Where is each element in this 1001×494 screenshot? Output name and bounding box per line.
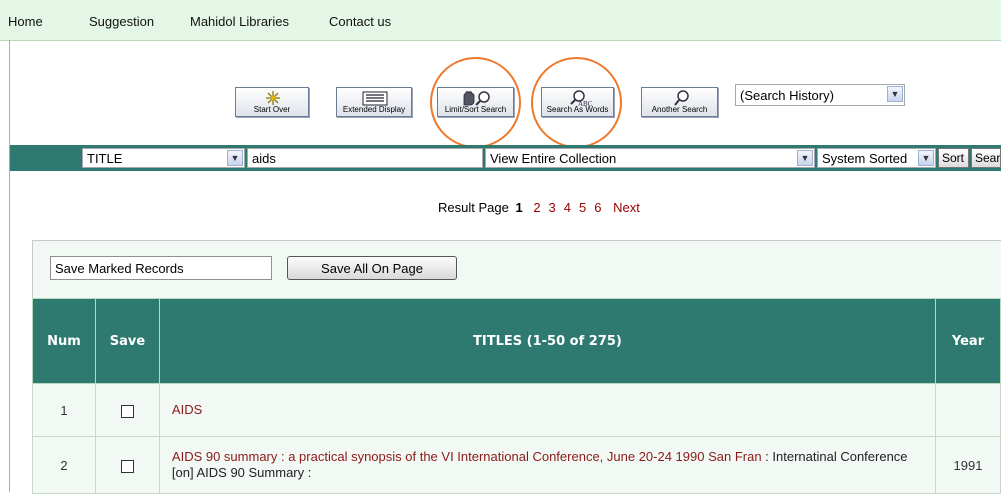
search-query-value: aids [252, 151, 276, 166]
save-marked-records-select[interactable]: Save Marked Records [50, 256, 272, 280]
save-record-checkbox[interactable] [120, 404, 134, 418]
pager-page-link[interactable]: 2 [533, 200, 540, 215]
row-number: 1 [32, 383, 96, 437]
search-history-select[interactable]: (Search History) ▼ [735, 84, 905, 106]
search-history-value: (Search History) [740, 88, 834, 103]
search-index-value: TITLE [87, 151, 123, 166]
extended-display-label: Extended Display [342, 105, 406, 114]
table-row: 1 AIDS [32, 383, 1001, 437]
search-scope-value: View Entire Collection [490, 151, 617, 166]
title-link[interactable]: AIDS 90 summary : a practical synopsis o… [172, 449, 762, 464]
limit-sort-label: Limit/Sort Search [444, 105, 507, 114]
pager-page-link[interactable]: 5 [579, 200, 586, 215]
sort-order-select[interactable]: System Sorted ▼ [817, 148, 936, 168]
chevron-down-icon[interactable]: ▼ [227, 150, 243, 166]
start-over-label: Start Over [253, 105, 291, 114]
start-over-button[interactable]: Start Over [235, 87, 309, 117]
pager-page-link[interactable]: 6 [594, 200, 601, 215]
save-cell [94, 383, 160, 437]
pager-current-page: 1 [515, 200, 523, 215]
search-scope-select[interactable]: View Entire Collection ▼ [485, 148, 815, 168]
nav-contact-link[interactable]: Contact us [329, 14, 391, 29]
year-cell [935, 383, 1001, 437]
year-cell: 1991 [935, 436, 1001, 494]
num-column-header: Num [32, 298, 96, 384]
search-bar: TITLE ▼ aids View Entire Collection ▼ Sy… [10, 145, 1001, 171]
title-cell: AIDS 90 summary : a practical synopsis o… [158, 436, 937, 494]
content-border [9, 40, 10, 492]
pager-page-link[interactable]: 3 [549, 200, 556, 215]
search-query-input[interactable]: aids [247, 148, 483, 168]
sort-order-value: System Sorted [822, 151, 908, 166]
title-link[interactable]: AIDS [172, 402, 202, 417]
search-index-select[interactable]: TITLE ▼ [82, 148, 245, 168]
pager-page-link[interactable]: 4 [564, 200, 571, 215]
search-as-words-button[interactable]: ABC Search As Words [541, 87, 614, 117]
pager-label: Result Page [438, 200, 509, 215]
limit-sort-button[interactable]: Limit/Sort Search [437, 87, 514, 117]
result-pager: Result Page 1 23456 Next [438, 200, 644, 215]
search-submit-button[interactable]: Search [971, 148, 1001, 168]
another-search-label: Another Search [651, 105, 708, 114]
results-header-row: Num Save TITLES (1-50 of 275) Year [32, 298, 1001, 384]
results-table: Num Save TITLES (1-50 of 275) Year 1 AID… [32, 298, 1001, 494]
save-record-checkbox[interactable] [120, 459, 134, 473]
nav-home-link[interactable]: Home [8, 14, 43, 29]
chevron-down-icon[interactable]: ▼ [918, 150, 934, 166]
save-all-on-page-button[interactable]: Save All On Page [287, 256, 457, 280]
year-column-header: Year [935, 298, 1001, 384]
search-as-words-label: Search As Words [546, 105, 609, 114]
nav-suggestion-link[interactable]: Suggestion [89, 14, 154, 29]
chevron-down-icon[interactable]: ▼ [797, 150, 813, 166]
extended-display-button[interactable]: Extended Display [336, 87, 412, 117]
top-nav: Home Suggestion Mahidol Libraries Contac… [0, 0, 1001, 41]
table-row: 2 AIDS 90 summary : a practical synopsis… [32, 436, 1001, 494]
sort-button[interactable]: Sort [938, 148, 969, 168]
chevron-down-icon[interactable]: ▼ [887, 86, 903, 102]
pager-next-link[interactable]: Next [613, 200, 640, 215]
titles-column-header: TITLES (1-50 of 275) [158, 298, 937, 384]
save-cell [94, 436, 160, 494]
another-search-button[interactable]: Another Search [641, 87, 718, 117]
row-number: 2 [32, 436, 96, 494]
title-cell: AIDS [158, 383, 937, 437]
save-column-header: Save [94, 298, 160, 384]
nav-libraries-link[interactable]: Mahidol Libraries [190, 14, 289, 29]
